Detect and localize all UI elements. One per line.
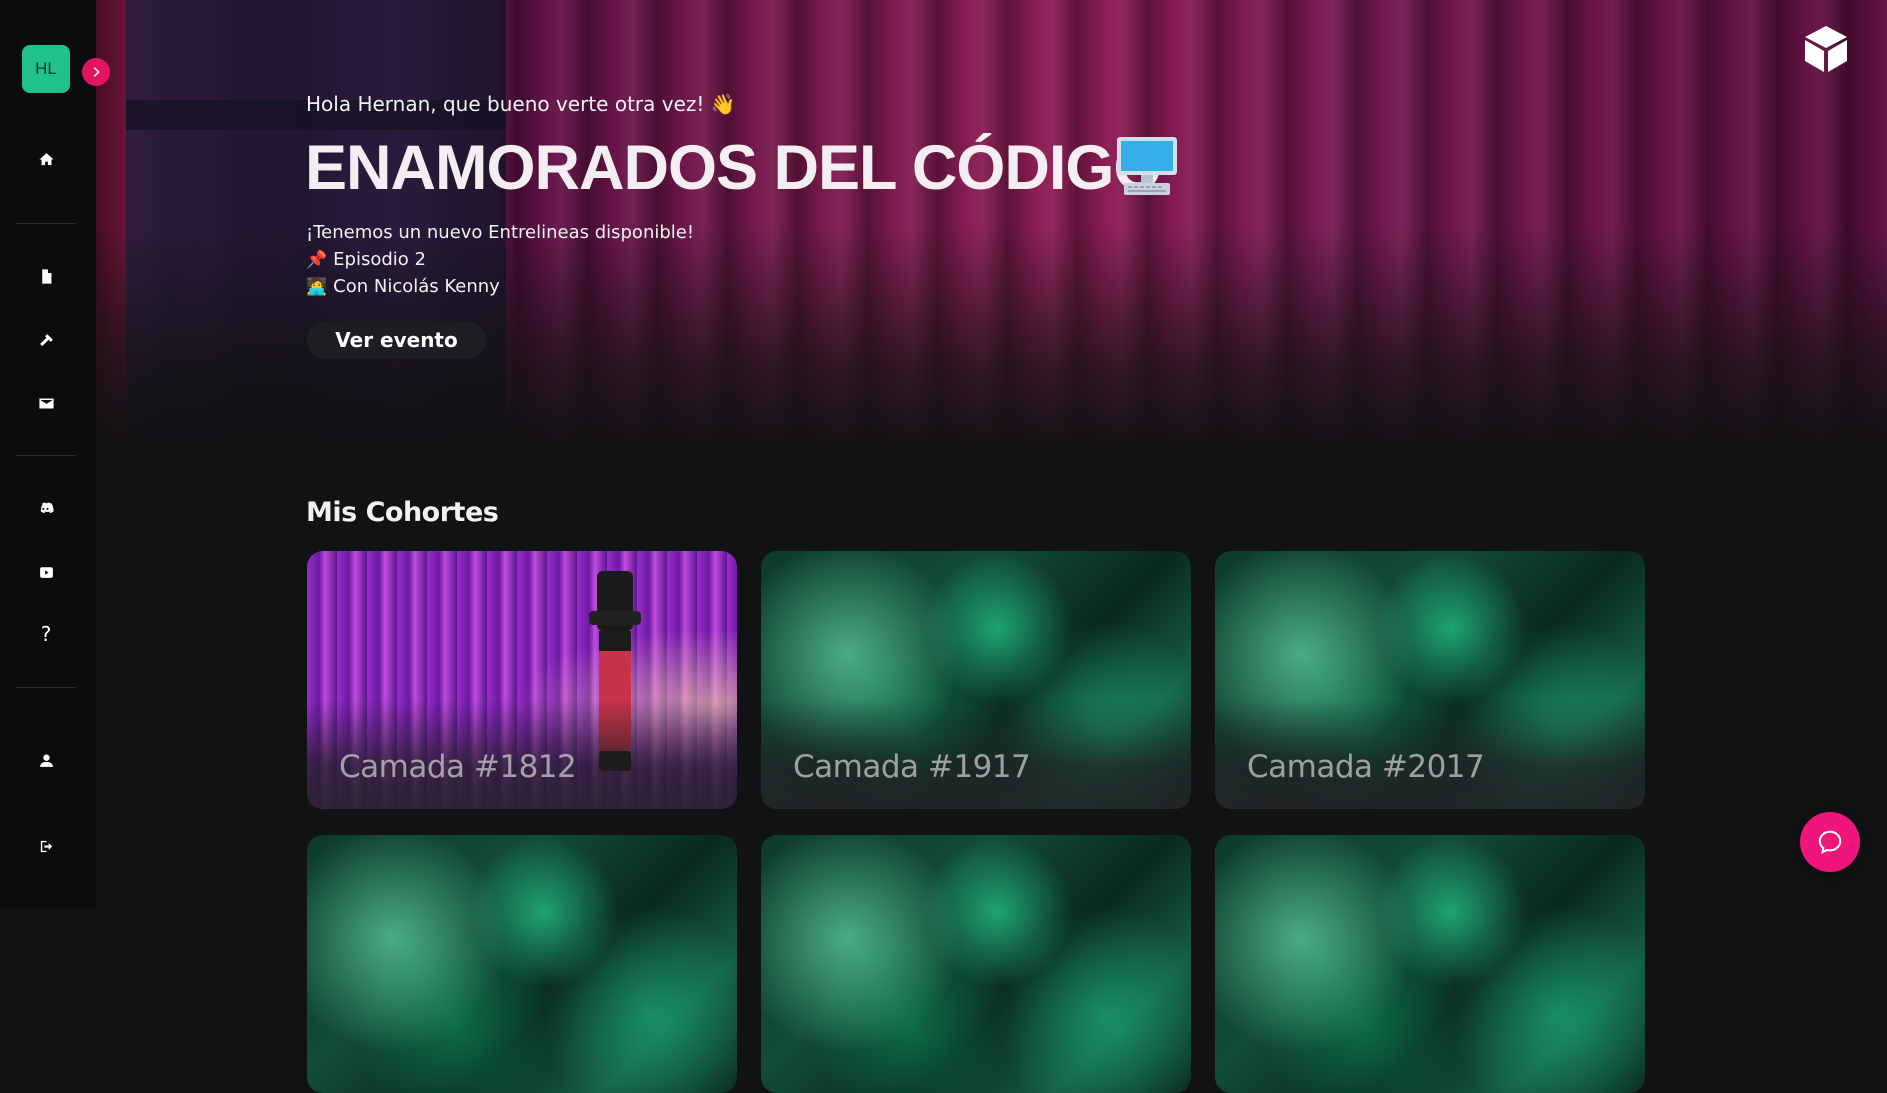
sidebar-divider xyxy=(16,455,76,456)
user-icon[interactable] xyxy=(30,744,62,776)
sidebar: HL ? xyxy=(0,0,96,908)
user-avatar[interactable]: HL xyxy=(22,45,70,93)
greeting-text: Hola Hernan, que bueno verte otra vez! 👋 xyxy=(306,92,736,116)
pushpin-icon: 📌 xyxy=(306,250,328,270)
cohort-card[interactable]: Camada #1917 xyxy=(761,551,1191,809)
cohort-card-label: Camada #2017 xyxy=(1247,749,1485,785)
envelope-icon[interactable] xyxy=(30,387,62,419)
chevron-right-icon xyxy=(93,67,100,77)
logout-icon[interactable] xyxy=(30,830,62,862)
announcement-text: ¡Tenemos un nuevo Entrelineas disponible… xyxy=(306,222,695,243)
discord-icon[interactable] xyxy=(30,492,62,524)
episode-text: Episodio 2 xyxy=(333,249,426,270)
cohort-card-label: Camada #1917 xyxy=(793,749,1031,785)
ver-evento-button[interactable]: Ver evento xyxy=(307,321,486,359)
hero-title: ENAMORADOS DEL CÓDIGO xyxy=(305,133,1162,203)
cohort-card[interactable]: Camada #1812 xyxy=(307,551,737,809)
computer-icon xyxy=(1117,137,1177,195)
sidebar-divider xyxy=(16,687,76,688)
brand-logo-icon xyxy=(1805,26,1847,72)
document-icon[interactable] xyxy=(30,260,62,292)
sidebar-divider xyxy=(16,223,76,224)
cohorts-section-title: Mis Cohortes xyxy=(306,497,499,528)
question-icon[interactable]: ? xyxy=(30,618,62,650)
cohort-card[interactable] xyxy=(1215,835,1645,1093)
guest-line: 🧑‍💻 Con Nicolás Kenny xyxy=(306,276,500,297)
chat-bubble-icon xyxy=(1818,830,1842,855)
cohort-card[interactable] xyxy=(761,835,1191,1093)
episode-line: 📌 Episodio 2 xyxy=(306,249,426,270)
sidebar-expand-button[interactable] xyxy=(82,58,110,86)
help-chat-button[interactable] xyxy=(1800,812,1860,872)
hammer-icon[interactable] xyxy=(30,324,62,356)
cohort-card-label: Camada #1812 xyxy=(339,749,577,785)
youtube-icon[interactable] xyxy=(30,556,62,588)
cohort-card[interactable]: Camada #2017 xyxy=(1215,551,1645,809)
guest-text: Con Nicolás Kenny xyxy=(333,276,500,297)
person-icon: 🧑‍💻 xyxy=(306,277,328,297)
cohort-card[interactable] xyxy=(307,835,737,1093)
home-icon[interactable] xyxy=(30,143,62,175)
